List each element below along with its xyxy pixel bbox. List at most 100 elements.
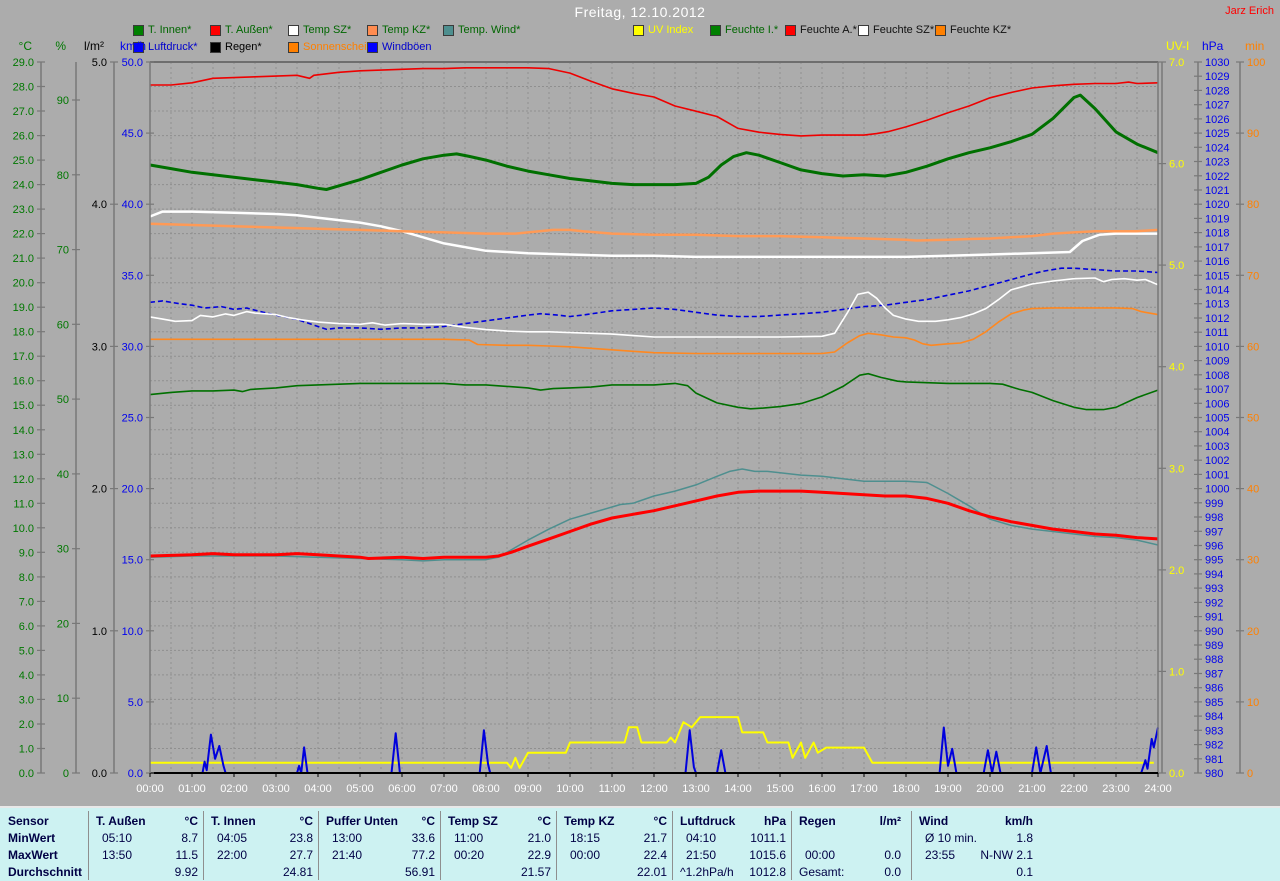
max-value: N-NW 2.1 (980, 848, 1033, 862)
series-windboeen (150, 726, 1159, 774)
tick-C: 19.0 (13, 302, 34, 314)
x-tick-label: 06:00 (388, 783, 416, 795)
avg-value: 56.91 (404, 865, 435, 879)
weather-chart: °C 0.0 1.0 2.0 3.0 4.0 5.0 6.0 7.0 8.0 9.0 10.0 11.0… (13, 39, 1266, 795)
avg-value: 22.01 (636, 865, 667, 879)
table-column-divider (203, 811, 204, 880)
tick-hpa: 1025 (1205, 128, 1229, 140)
tick-hpa: 1029 (1205, 71, 1229, 83)
tick-hpa: 992 (1205, 597, 1223, 609)
series-uv (150, 716, 1154, 769)
table-column-divider (88, 811, 89, 880)
tick-hpa: 993 (1205, 583, 1223, 595)
tick-hpa: 1006 (1205, 398, 1229, 410)
tick-uv: 5.0 (1169, 260, 1184, 272)
tick-min: 40 (1247, 484, 1259, 496)
tick-C: 28.0 (13, 82, 34, 94)
tick-hpa: 1001 (1205, 469, 1229, 481)
tick-hpa: 995 (1205, 555, 1223, 567)
avg-value: 0.0 (884, 865, 901, 879)
avg-value: 24.81 (282, 865, 313, 879)
tick-min: 30 (1247, 555, 1259, 567)
axis-uv (1158, 61, 1166, 774)
tick-hpa: 1012 (1205, 313, 1229, 325)
tick-hpa: 1028 (1205, 85, 1229, 97)
table-row-header: MinWert (8, 831, 56, 845)
sensor-unit: °C (537, 814, 551, 828)
tick-pct: 0 (63, 768, 69, 780)
table-column-divider (672, 811, 673, 880)
x-tick-label: 20:00 (976, 783, 1004, 795)
x-tick-label: 03:00 (262, 783, 290, 795)
tick-pct: 50 (57, 394, 69, 406)
stats-table: Sensor MinWert MaxWert Durchschnitt T. Außen… (0, 806, 1280, 881)
axis-kmh (146, 61, 154, 774)
tick-min: 10 (1247, 697, 1259, 709)
tick-C: 16.0 (13, 376, 34, 388)
x-tick-label: 00:00 (136, 783, 164, 795)
tick-hpa: 1016 (1205, 256, 1229, 268)
tick-pct: 30 (57, 544, 69, 556)
tick-hpa: 991 (1205, 612, 1223, 624)
tick-kmh: 0.0 (128, 768, 143, 780)
tick-hpa: 1009 (1205, 356, 1229, 368)
tick-kmh: 20.0 (122, 484, 143, 496)
tick-C: 8.0 (19, 572, 34, 584)
tick-hpa: 1017 (1205, 242, 1229, 254)
tick-hpa: 996 (1205, 540, 1223, 552)
tick-C: 1.0 (19, 743, 34, 755)
tick-hpa: 983 (1205, 725, 1223, 737)
tick-hpa: 1008 (1205, 370, 1229, 382)
tick-C: 24.0 (13, 180, 34, 192)
tick-C: 9.0 (19, 547, 34, 559)
tick-hpa: 1007 (1205, 384, 1229, 396)
tick-hpa: 1014 (1205, 285, 1229, 297)
tick-hpa: 1005 (1205, 413, 1229, 425)
tick-lm2: 4.0 (92, 199, 107, 211)
tick-hpa: 999 (1205, 498, 1223, 510)
tick-hpa: 981 (1205, 754, 1223, 766)
tick-hpa: 1019 (1205, 213, 1229, 225)
tick-hpa: 1015 (1205, 270, 1229, 282)
tick-kmh: 15.0 (122, 555, 143, 567)
tick-uv: 0.0 (1169, 768, 1184, 780)
axis-min (1236, 61, 1244, 774)
min-value: 1.8 (1016, 831, 1033, 845)
tick-min: 0 (1247, 768, 1253, 780)
max-value: 27.7 (289, 848, 313, 862)
tick-hpa: 990 (1205, 626, 1223, 638)
table-column-divider (556, 811, 557, 880)
tick-kmh: 25.0 (122, 413, 143, 425)
tick-pct: 90 (57, 95, 69, 107)
x-tick-label: 13:00 (682, 783, 710, 795)
tick-hpa: 1000 (1205, 484, 1229, 496)
tick-hpa: 1013 (1205, 299, 1229, 311)
tick-min: 50 (1247, 413, 1259, 425)
x-tick-label: 14:00 (724, 783, 752, 795)
tick-C: 12.0 (13, 474, 34, 486)
sensor-unit: °C (184, 814, 198, 828)
tick-C: 6.0 (19, 621, 34, 633)
min-value: 21.7 (643, 831, 667, 845)
min-value: 8.7 (181, 831, 198, 845)
sensor-unit: km/h (1004, 814, 1033, 828)
series-feuchte-i (149, 372, 1159, 411)
tick-pct: 80 (57, 170, 69, 182)
tick-uv: 2.0 (1169, 565, 1184, 577)
avg-value: 0.1 (1016, 865, 1033, 879)
tick-pct: 10 (57, 693, 69, 705)
tick-min: 100 (1247, 57, 1265, 69)
axis-title-pct: % (55, 39, 66, 53)
tick-C: 3.0 (19, 694, 34, 706)
tick-hpa: 1002 (1205, 455, 1229, 467)
tick-C: 23.0 (13, 204, 34, 216)
tick-hpa: 980 (1205, 768, 1223, 780)
tick-uv: 7.0 (1169, 57, 1184, 69)
max-value: 1015.6 (749, 848, 786, 862)
sensor-unit: °C (299, 814, 313, 828)
x-tick-label: 01:00 (178, 783, 206, 795)
x-tick-label: 16:00 (808, 783, 836, 795)
tick-C: 0.0 (19, 768, 34, 780)
tick-hpa: 984 (1205, 711, 1223, 723)
x-tick-label: 02:00 (220, 783, 248, 795)
